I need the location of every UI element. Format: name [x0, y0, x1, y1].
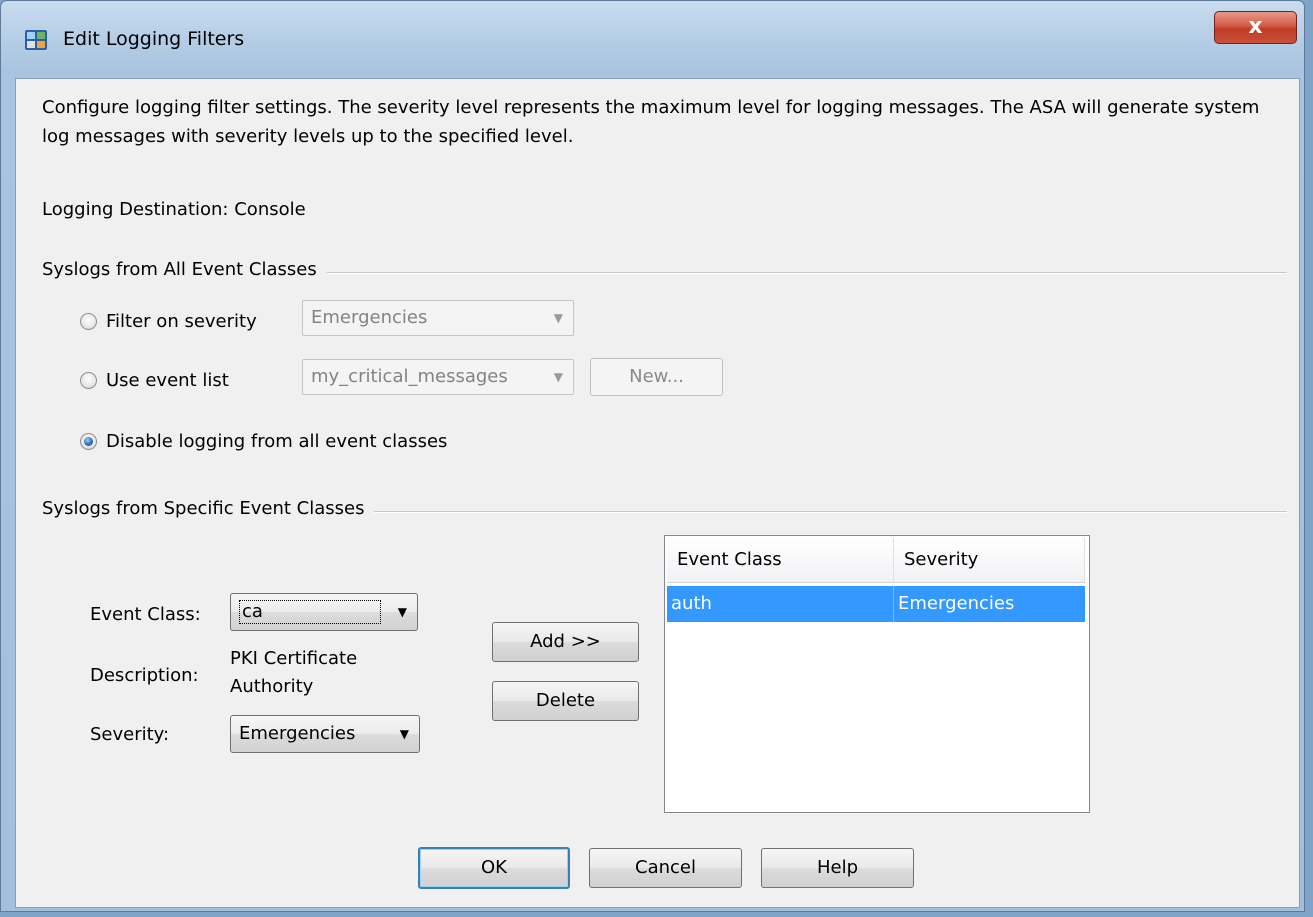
app-icon	[25, 30, 47, 50]
ok-button[interactable]: OK	[418, 847, 570, 889]
disable-logging-label: Disable logging from all event classes	[106, 430, 448, 452]
event-list-select-disabled[interactable]: my_critical_messages ▼	[302, 359, 574, 395]
description-line-1: PKI Certificate	[230, 648, 358, 669]
logging-destination-value: Console	[234, 199, 306, 220]
delete-button[interactable]: Delete	[492, 681, 639, 721]
column-header-event-class[interactable]: Event Class	[667, 538, 894, 582]
logging-destination-label: Logging Destination:	[42, 199, 229, 220]
use-event-list-option[interactable]: Use event list	[80, 365, 229, 395]
new-event-list-button[interactable]: New...	[590, 358, 723, 396]
filter-on-severity-radio[interactable]	[80, 312, 97, 330]
description-line-2: Authority	[230, 676, 314, 697]
severity-select-value: Emergencies	[239, 723, 356, 744]
chevron-down-icon: ▼	[399, 727, 409, 741]
specific-event-classes-group-title: Syslogs from Specific Event Classes	[42, 498, 375, 519]
dialog-content: Configure logging filter settings. The s…	[15, 78, 1300, 908]
table-header: Event Class Severity	[667, 538, 1085, 583]
all-event-classes-group-title: Syslogs from All Event Classes	[42, 259, 327, 280]
window-title: Edit Logging Filters	[63, 28, 245, 50]
event-class-table[interactable]: Event Class Severity auth Emergencies	[664, 535, 1090, 813]
cancel-button[interactable]: Cancel	[589, 848, 742, 888]
use-event-list-radio[interactable]	[80, 371, 97, 389]
table-cell-event-class: auth	[667, 586, 894, 622]
event-list-select-value: my_critical_messages	[311, 366, 508, 387]
event-class-label: Event Class:	[90, 604, 201, 625]
description-label: Description:	[90, 665, 199, 686]
chevron-down-icon: ▼	[553, 370, 563, 384]
severity-select-disabled[interactable]: Emergencies ▼	[302, 300, 574, 336]
filter-on-severity-label: Filter on severity	[106, 310, 257, 332]
description-value: PKI Certificate Authority	[230, 645, 357, 701]
filter-on-severity-option[interactable]: Filter on severity	[80, 306, 257, 336]
help-button[interactable]: Help	[761, 848, 914, 888]
disable-logging-option[interactable]: Disable logging from all event classes	[80, 426, 447, 456]
chevron-down-icon: ▼	[553, 311, 563, 325]
severity-select[interactable]: Emergencies ▼	[230, 715, 420, 753]
chevron-down-icon: ▼	[397, 605, 407, 619]
logging-destination: Logging Destination: Console	[42, 199, 306, 220]
event-class-select[interactable]: ca ▼	[230, 593, 418, 631]
intro-text: Configure logging filter settings. The s…	[42, 97, 1260, 147]
severity-select-value: Emergencies	[311, 307, 428, 328]
column-header-severity[interactable]: Severity	[894, 538, 1085, 582]
close-icon: x	[1248, 14, 1263, 39]
close-button[interactable]: x	[1214, 11, 1297, 44]
disable-logging-radio[interactable]	[80, 432, 97, 450]
title-bar[interactable]: Edit Logging Filters x	[1, 1, 1304, 77]
dialog-window: Edit Logging Filters x Configure logging…	[0, 0, 1305, 912]
table-row[interactable]: auth Emergencies	[667, 586, 1085, 622]
table-cell-severity: Emergencies	[898, 593, 1015, 614]
severity-label: Severity:	[90, 724, 170, 745]
event-class-select-value: ca	[239, 600, 381, 624]
use-event-list-label: Use event list	[106, 369, 229, 391]
add-button[interactable]: Add >>	[492, 622, 639, 662]
